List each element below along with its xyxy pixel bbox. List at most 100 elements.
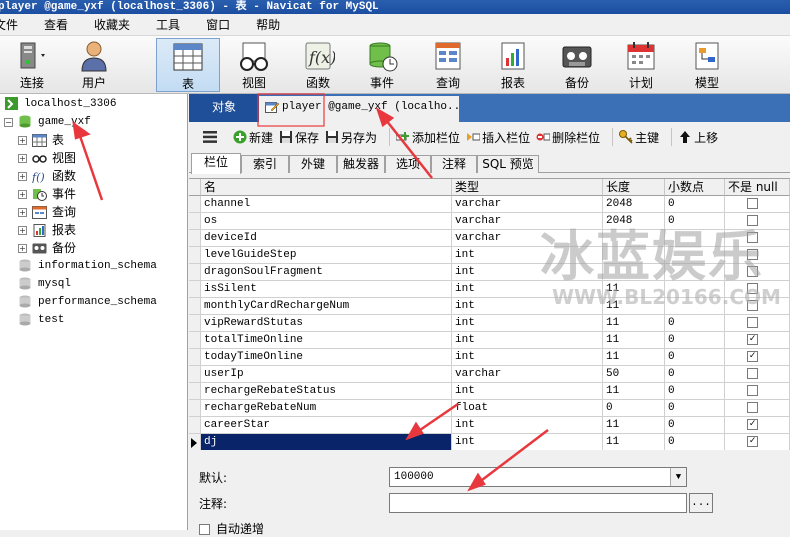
cell-decimals[interactable]: 0	[665, 213, 725, 230]
cell-decimals[interactable]: 0	[665, 400, 725, 417]
row-indicator[interactable]	[189, 315, 201, 332]
table-row[interactable]: userIp varchar 50 0	[189, 366, 790, 383]
tab-indexes[interactable]: 索引	[241, 155, 289, 173]
cell-decimals[interactable]: 0	[665, 349, 725, 366]
row-indicator[interactable]	[189, 213, 201, 230]
new-button[interactable]: 新建	[233, 129, 273, 146]
cell-length[interactable]	[603, 264, 665, 281]
cell-length[interactable]: 11	[603, 434, 665, 450]
cell-length[interactable]: 11	[603, 298, 665, 315]
model-button[interactable]: 模型	[678, 38, 736, 92]
cell-type[interactable]: int	[452, 281, 603, 298]
row-indicator[interactable]	[189, 230, 201, 247]
cell-length[interactable]: 11	[603, 417, 665, 434]
comment-input[interactable]	[389, 493, 687, 513]
table-button[interactable]: 表	[156, 38, 220, 92]
cell-name[interactable]: monthlyCardRechargeNum	[201, 298, 452, 315]
not-null-checkbox[interactable]	[747, 249, 758, 260]
tab-triggers[interactable]: 触发器	[337, 155, 385, 173]
query-button[interactable]: 查询	[420, 38, 476, 92]
not-null-checkbox[interactable]	[747, 198, 758, 209]
cell-type[interactable]: varchar	[452, 366, 603, 383]
row-indicator[interactable]	[189, 417, 201, 434]
user-button[interactable]: 用户	[68, 38, 120, 92]
not-null-checkbox[interactable]	[747, 385, 758, 396]
tree-item-queries[interactable]: 查询	[32, 203, 76, 221]
cell-type[interactable]: int	[452, 349, 603, 366]
column-header-not-null[interactable]: 不是 null	[725, 179, 790, 196]
default-combo[interactable]: 100000 ▼	[389, 467, 687, 487]
not-null-checkbox[interactable]	[747, 232, 758, 243]
tab-player-table[interactable]: player @game_yxf (localho...	[259, 96, 459, 122]
row-indicator[interactable]	[189, 400, 201, 417]
expand-toggle[interactable]: +	[18, 172, 27, 181]
tree-item-reports[interactable]: 报表	[32, 221, 76, 239]
tab-sql-preview[interactable]: SQL 预览	[477, 155, 539, 173]
cell-name[interactable]: channel	[201, 196, 452, 213]
cell-type[interactable]: varchar	[452, 230, 603, 247]
menu-view[interactable]: 查看	[32, 16, 82, 33]
menu-file[interactable]: 文件	[0, 16, 32, 33]
backup-button[interactable]: 备份	[550, 38, 604, 92]
comment-browse-button[interactable]: ...	[689, 493, 713, 513]
table-row[interactable]: deviceId varchar	[189, 230, 790, 247]
row-indicator[interactable]	[189, 383, 201, 400]
not-null-checkbox[interactable]: ✓	[747, 419, 758, 430]
collapse-toggle[interactable]: −	[4, 118, 13, 127]
tree-database[interactable]: game_yxf	[18, 113, 91, 131]
table-row[interactable]: isSilent int 11	[189, 281, 790, 298]
tab-fields[interactable]: 栏位	[191, 153, 241, 174]
cell-length[interactable]: 50	[603, 366, 665, 383]
primary-key-button[interactable]: 主键	[619, 129, 659, 146]
cell-name[interactable]: levelGuideStep	[201, 247, 452, 264]
cell-type[interactable]: int	[452, 417, 603, 434]
cell-decimals[interactable]	[665, 281, 725, 298]
cell-decimals[interactable]	[665, 230, 725, 247]
cell-type[interactable]: int	[452, 434, 603, 450]
tree-item-functions[interactable]: f() 函数	[32, 167, 76, 185]
chevron-down-icon[interactable]: ▼	[670, 468, 686, 486]
row-indicator[interactable]	[189, 247, 201, 264]
cell-name[interactable]: vipRewardStutas	[201, 315, 452, 332]
row-indicator[interactable]	[189, 264, 201, 281]
column-header-name[interactable]: 名	[201, 179, 452, 196]
tree-item-views[interactable]: 视图	[32, 149, 76, 167]
cell-length[interactable]: 11	[603, 349, 665, 366]
save-as-button[interactable]: 另存为	[325, 129, 377, 146]
cell-type[interactable]: varchar	[452, 213, 603, 230]
not-null-checkbox[interactable]: ✓	[747, 436, 758, 447]
tab-comment[interactable]: 注释	[431, 155, 477, 173]
expand-toggle[interactable]: +	[18, 226, 27, 235]
menu-window[interactable]: 窗口	[194, 16, 244, 33]
cell-name[interactable]: userIp	[201, 366, 452, 383]
table-row[interactable]: vipRewardStutas int 11 0	[189, 315, 790, 332]
connect-button[interactable]: 连接	[0, 38, 64, 92]
cell-decimals[interactable]: 0	[665, 332, 725, 349]
menu-button[interactable]	[203, 131, 217, 143]
view-button[interactable]: 视图	[226, 38, 282, 92]
table-row[interactable]: channel varchar 2048 0	[189, 196, 790, 213]
not-null-checkbox[interactable]	[747, 402, 758, 413]
function-button[interactable]: f(x) 函数	[290, 38, 346, 92]
row-indicator[interactable]	[189, 298, 201, 315]
cell-type[interactable]: int	[452, 315, 603, 332]
cell-name[interactable]: isSilent	[201, 281, 452, 298]
column-header-length[interactable]: 长度	[603, 179, 665, 196]
row-indicator[interactable]	[189, 332, 201, 349]
tab-foreign-keys[interactable]: 外键	[289, 155, 337, 173]
not-null-checkbox[interactable]	[747, 215, 758, 226]
cell-type[interactable]: varchar	[452, 196, 603, 213]
not-null-checkbox[interactable]: ✓	[747, 351, 758, 362]
cell-length[interactable]: 0	[603, 400, 665, 417]
save-button[interactable]: 保存	[279, 129, 319, 146]
row-indicator[interactable]	[189, 349, 201, 366]
cell-name[interactable]: os	[201, 213, 452, 230]
cell-name[interactable]: totalTimeOnline	[201, 332, 452, 349]
cell-length[interactable]	[603, 230, 665, 247]
menu-favorites[interactable]: 收藏夹	[82, 16, 144, 33]
menu-tools[interactable]: 工具	[144, 16, 194, 33]
schedule-button[interactable]: 计划	[614, 38, 668, 92]
cell-type[interactable]: int	[452, 247, 603, 264]
table-row[interactable]: os varchar 2048 0	[189, 213, 790, 230]
cell-decimals[interactable]: 0	[665, 196, 725, 213]
